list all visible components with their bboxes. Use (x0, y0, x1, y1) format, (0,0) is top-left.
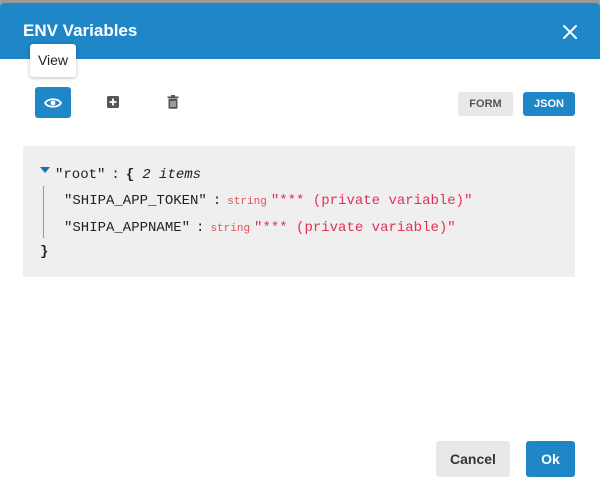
form-mode-button[interactable]: FORM (458, 92, 513, 116)
delete-button[interactable] (161, 90, 185, 114)
trash-icon (167, 95, 179, 109)
view-tooltip: View (30, 44, 76, 77)
json-close-brace: } (40, 244, 49, 260)
close-button[interactable] (560, 22, 580, 42)
json-entry-key: "SHIPA_APPNAME" (64, 220, 191, 236)
json-entry-type: string (210, 223, 251, 235)
view-button[interactable] (35, 87, 71, 118)
eye-icon (44, 97, 62, 108)
json-viewer: "root" : { 2 items "SHIPA_APP_TOKEN" : s… (23, 146, 575, 277)
json-entry-value: "*** (private variable)" (254, 220, 456, 236)
json-entry-row: "SHIPA_APP_TOKEN" : string "*** (private… (64, 193, 472, 209)
add-button[interactable] (101, 90, 125, 114)
json-colon: : (212, 193, 222, 209)
json-entry-row: "SHIPA_APPNAME" : string "*** (private v… (64, 220, 456, 236)
dialog-header: ENV Variables (0, 3, 600, 59)
json-indent-line (43, 186, 44, 238)
json-entry-value: "*** (private variable)" (270, 193, 473, 209)
close-icon (563, 25, 577, 39)
plus-square-icon (107, 96, 119, 108)
json-root-row: "root" : { 2 items (55, 167, 201, 183)
dialog-title: ENV Variables (23, 21, 138, 40)
cancel-button[interactable]: Cancel (436, 441, 510, 477)
json-entry-type: string (227, 196, 267, 208)
json-mode-button[interactable]: JSON (523, 92, 575, 116)
json-colon: : (196, 220, 205, 236)
ok-button[interactable]: Ok (526, 441, 575, 477)
json-open-brace: { (125, 167, 135, 183)
json-item-count: 2 items (142, 167, 202, 183)
json-root-key: "root" (55, 167, 106, 183)
json-entry-key: "SHIPA_APP_TOKEN" (64, 193, 207, 209)
collapse-root-icon[interactable] (40, 167, 50, 173)
json-colon: : (111, 167, 120, 183)
env-variables-dialog: ENV Variables View FORM JSON "root": {… (0, 3, 600, 501)
